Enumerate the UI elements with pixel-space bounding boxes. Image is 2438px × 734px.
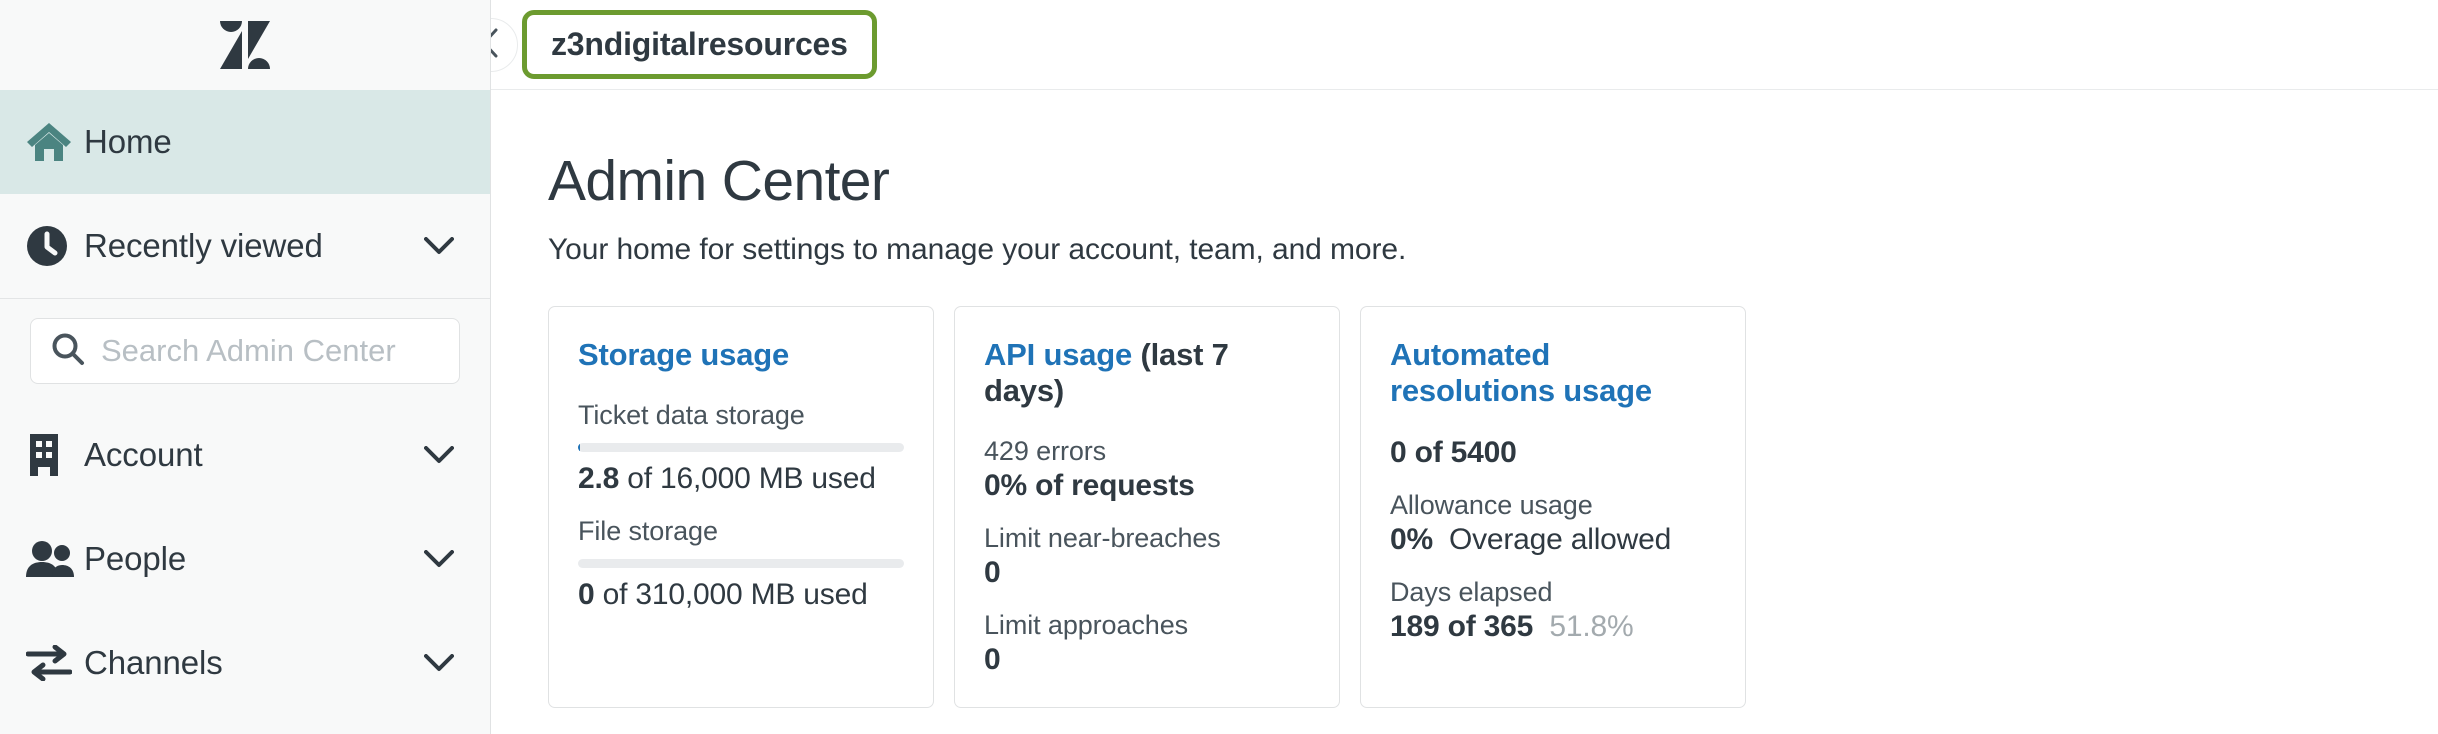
chevron-down-icon[interactable] [422,654,456,672]
days-elapsed-metric: Days elapsed 189 of 365 51.8% [1390,577,1716,644]
sidebar-item-label: People [84,540,187,577]
ticket-data-storage-label: Ticket data storage [578,399,805,430]
search-box[interactable] [30,318,460,384]
page-subtitle: Your home for settings to manage your ac… [548,232,1407,266]
api-near-breaches-value: 0 [984,556,1310,590]
building-icon [22,434,84,476]
sidebar-item-people[interactable]: People [0,507,490,611]
content-area: Admin Center Your home for settings to m… [491,90,2438,708]
api-usage-title-link[interactable]: API usage [984,337,1132,372]
logo-area [0,0,490,90]
file-storage-value-bold: 0 [578,577,595,611]
sidebar-item-label: Channels [84,644,223,681]
sidebar: Home Recently viewed Search Admin Center… [0,0,491,734]
automated-total-metric: 0 of 5400 [1390,436,1716,470]
days-elapsed-label: Days elapsed [1390,576,1553,607]
file-storage-value: 0 of 310,000 MB used [578,578,904,612]
topbar: z3ndigitalresources [491,0,2438,90]
chevron-left-icon [491,28,501,63]
allowance-usage-note: Overage allowed [1448,522,1672,556]
ticket-data-storage-value: 2.8 of 16,000 MB used [578,462,904,496]
allowance-usage-value: 0% Overage allowed [1390,523,1716,557]
main-content: z3ndigitalresources Admin Center Your ho… [491,0,2438,734]
ticket-data-storage-value-rest: of 16,000 MB used [619,461,876,495]
chevron-down-icon[interactable] [422,237,456,255]
admin-center-page: Home Recently viewed Search Admin Center… [0,0,2438,734]
chevron-down-icon[interactable] [422,550,456,568]
allowance-usage-label: Allowance usage [1390,489,1593,520]
sidebar-item-recently-viewed[interactable]: Recently viewed [0,194,490,298]
channels-icon [22,645,84,681]
api-near-breaches-metric: Limit near-breaches 0 [984,523,1310,590]
api-approaches-metric: Limit approaches 0 [984,610,1310,677]
automated-total-value: 0 of 5400 [1390,436,1716,470]
people-icon [22,540,84,578]
automated-total-value-text: 0 of 5400 [1390,435,1517,469]
ticket-data-storage-value-bold: 2.8 [578,461,620,495]
search-wrapper [0,299,490,403]
allowance-usage-percent: 0% [1390,522,1433,556]
sidebar-item-channels[interactable]: Channels [0,611,490,715]
zendesk-logo[interactable] [216,19,274,71]
collapse-sidebar-button[interactable] [491,18,518,72]
search-input[interactable] [101,333,439,369]
file-storage-label: File storage [578,515,718,546]
api-errors-value-text: 0% of requests [984,468,1195,502]
api-usage-card: API usage (last 7 days) 429 errors 0% of… [954,305,1340,708]
file-storage-value-rest: of 310,000 MB used [594,577,868,611]
days-elapsed-value-text: 189 of 365 [1390,609,1534,643]
chevron-down-icon[interactable] [422,446,456,464]
api-near-breaches-value-text: 0 [984,555,1001,589]
sidebar-item-home[interactable]: Home [0,90,490,194]
storage-usage-card: Storage usage Ticket data storage 2.8 of… [548,305,934,708]
api-approaches-value: 0 [984,643,1310,677]
page-title: Admin Center [548,149,890,213]
days-elapsed-value: 189 of 365 51.8% [1390,610,1716,644]
ticket-data-storage-metric: Ticket data storage 2.8 of 16,000 MB use… [578,400,904,496]
storage-usage-title[interactable]: Storage usage [578,337,904,373]
file-storage-metric: File storage 0 of 310,000 MB used [578,516,904,612]
home-icon [22,121,84,163]
sidebar-item-label: Home [84,123,172,160]
clock-icon [22,225,84,267]
sidebar-item-label: Recently viewed [84,227,323,264]
api-approaches-value-text: 0 [984,642,1001,676]
automated-resolutions-card: Automated resolutions usage 0 of 5400 Al… [1360,305,1746,708]
sidebar-item-account[interactable]: Account [0,403,490,507]
automated-resolutions-title[interactable]: Automated resolutions usage [1390,337,1716,409]
api-errors-value: 0% of requests [984,469,1310,503]
breadcrumb-highlight: z3ndigitalresources [522,10,877,79]
ticket-data-storage-progress [578,442,904,452]
api-near-breaches-label: Limit near-breaches [984,522,1221,553]
breadcrumb[interactable]: z3ndigitalresources [551,26,848,63]
api-approaches-label: Limit approaches [984,609,1189,640]
file-storage-progress [578,558,904,568]
days-elapsed-percent: 51.8% [1549,609,1634,643]
search-icon [51,332,85,371]
api-errors-label: 429 errors [984,435,1107,466]
allowance-usage-metric: Allowance usage 0% Overage allowed [1390,490,1716,557]
sidebar-item-label: Account [84,436,203,473]
ticket-data-storage-progress-fill [578,442,580,452]
api-usage-title[interactable]: API usage (last 7 days) [984,337,1310,409]
api-errors-metric: 429 errors 0% of requests [984,436,1310,503]
usage-cards: Storage usage Ticket data storage 2.8 of… [548,305,2438,708]
